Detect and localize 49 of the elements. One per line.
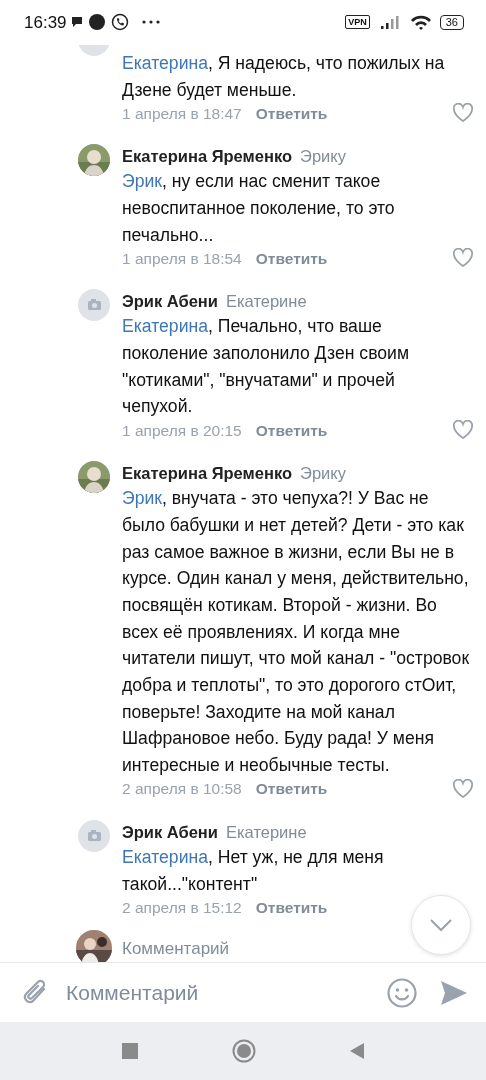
vpn-badge: VPN [345,15,370,30]
recents-icon[interactable] [122,1043,138,1060]
battery-level: 36 [439,14,464,30]
chevron-down-icon[interactable] [429,918,453,933]
mention-link[interactable]: Эрик [122,171,162,192]
send-icon[interactable] [440,979,468,1006]
reply-button[interactable]: Ответить [255,895,328,919]
reply-button[interactable]: Ответить [255,777,328,801]
comment-input[interactable]: Комментарий [64,976,386,1010]
back-icon[interactable] [350,1043,364,1060]
signal-icon [379,15,402,30]
comment-date: 1 апреля в 18:47 [122,103,242,124]
comment-text: Екатерина, Я надеюсь, что пожилых на Дзене будет меньше. [122,51,446,102]
reply-button[interactable]: Ответить [255,101,328,125]
more-icon [140,19,161,26]
author-name[interactable]: Екатерина Яременко [122,144,292,169]
author-name[interactable]: Эрик Абени [122,819,218,844]
comment-date: 2 апреля в 10:58 [122,779,242,800]
emoji-icon[interactable] [386,976,418,1009]
chat-icon [69,15,84,30]
heart-icon[interactable] [452,248,474,269]
author-name[interactable]: Эрик Абени [122,289,218,314]
addressee-name: Екатерине [226,291,307,313]
home-icon[interactable] [232,1039,256,1064]
heart-icon[interactable] [452,103,474,124]
reply-button[interactable]: Ответить [255,246,328,270]
phone-icon [110,13,129,32]
addressee-name: Екатерине [226,821,307,843]
comment-date: 1 апреля в 20:15 [122,420,242,441]
mention-link[interactable]: Екатерина [122,52,208,73]
comment-text: Екатерина, Нет уж, не для меня такой..."контент" [122,845,385,896]
comment-text: Эрик, внучата - это чепуха?! У Вас не было бабушки и нет детей? Дети - это как раз самое важное в жизни, если Вы не в курсе. Один канал у меня, действительно, посвящён котикам. Второй - жизни. Во всех её проявлениях. И когда мне читатели пишут, что мой канал - "островок добра и теплоты", то это дорогого стОит, поверьте! Заходите на мой канал Шафрановое небо. Буду рада! У меня интересные и необычные тесты. [122,487,470,778]
comment-date: 2 апреля в 15:12 [122,897,242,918]
author-name[interactable]: Екатерина Яременко [122,461,292,486]
mention-link[interactable]: Екатерина [122,316,208,337]
addressee-name: Эрику [300,463,346,485]
clock: 16:39 [24,11,67,34]
heart-icon[interactable] [452,778,474,799]
comment-prompt[interactable]: Комментарий [122,935,230,962]
wifi-icon [409,14,432,31]
heart-icon[interactable] [452,420,474,441]
reply-button[interactable]: Ответить [255,418,328,442]
mention-link[interactable]: Екатерина [122,846,208,867]
addressee-name: Эрику [300,146,346,168]
comment-text: Эрик, ну если нас сменит такое невоспитанное поколение, то это печально... [122,170,396,247]
comment-text: Екатерина, Печально, что ваше поколение заполонило Дзен своим "котиками", "внучатами" и прочей чепухой. [122,315,410,419]
mention-link[interactable]: Эрик [122,488,162,509]
dot-icon [87,13,106,32]
comment-date: 1 апреля в 18:54 [122,248,242,269]
